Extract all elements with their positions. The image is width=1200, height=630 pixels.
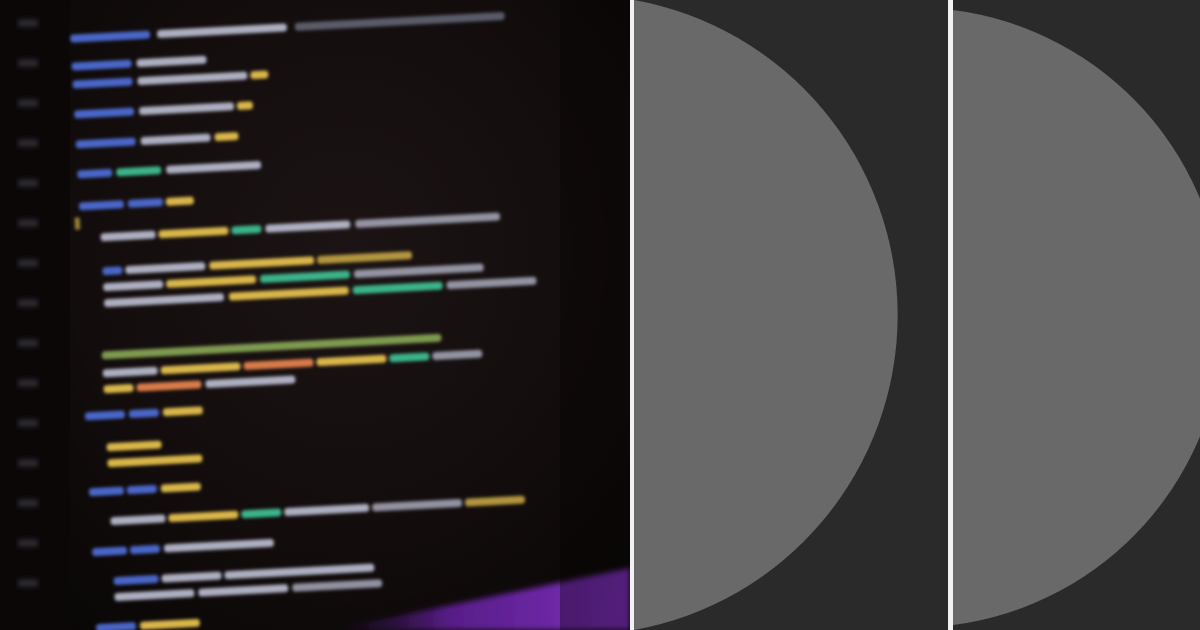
line-numbers (18, 20, 38, 586)
code-lines (70, 12, 537, 630)
code-photo (0, 0, 630, 630)
banner (0, 0, 1200, 630)
editor-gutter (0, 0, 70, 630)
half-circle-shape (634, 0, 898, 630)
code-screen-illustration (0, 0, 630, 630)
decorative-panel (634, 0, 948, 630)
edge-vignette (560, 0, 630, 630)
half-circle-shape (953, 10, 1200, 625)
decorative-panel (953, 0, 1200, 630)
